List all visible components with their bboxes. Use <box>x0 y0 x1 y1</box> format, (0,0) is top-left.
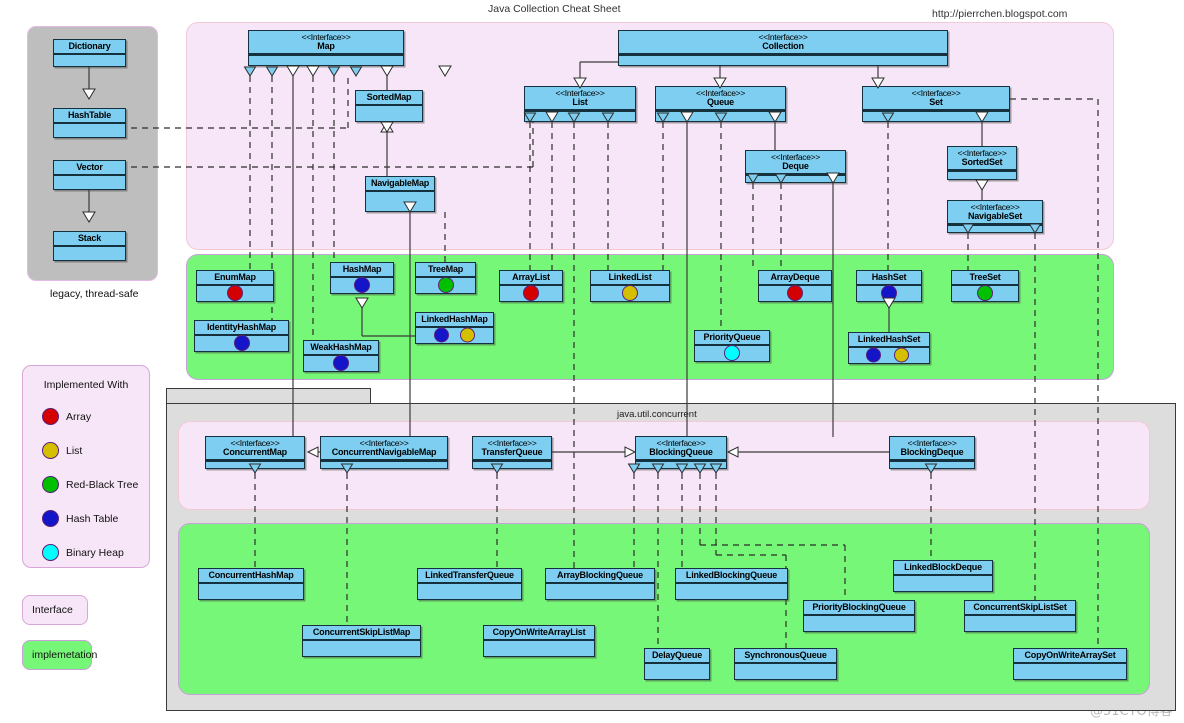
legend-label: Array <box>66 411 91 423</box>
legend-item-list: List <box>42 442 82 459</box>
legend-swatch-rbtree <box>42 476 59 493</box>
legend-label: Binary Heap <box>66 547 124 559</box>
legend-swatch-list <box>42 442 59 459</box>
arrowhead-layer <box>0 0 1184 723</box>
key-implementation: implemetation <box>22 640 92 670</box>
legend-label: List <box>66 445 82 457</box>
legend-title: Implemented With <box>23 379 149 391</box>
legend-item-hash-table: Hash Table <box>42 510 118 527</box>
key-interface: Interface <box>22 595 88 625</box>
diagram-canvas: Java Collection Cheat Sheet http://pierr… <box>0 0 1184 723</box>
legend-item-red-black-tree: Red-Black Tree <box>42 476 138 493</box>
legend-label: Red-Black Tree <box>66 479 138 491</box>
legend-swatch-array <box>42 408 59 425</box>
legend-panel: Implemented With Array List Red-Black Tr… <box>22 365 150 568</box>
legend-item-binary-heap: Binary Heap <box>42 544 124 561</box>
legend-swatch-binaryheap <box>42 544 59 561</box>
legend-swatch-hashtable <box>42 510 59 527</box>
legend-label: Hash Table <box>66 513 118 525</box>
legend-item-array: Array <box>42 408 91 425</box>
